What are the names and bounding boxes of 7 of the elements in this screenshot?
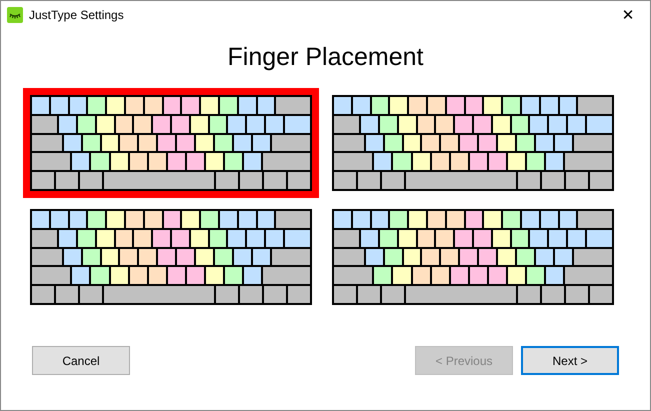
close-button[interactable]: ✕ (606, 1, 650, 29)
page-heading: Finger Placement (226, 43, 424, 72)
window-title: JustType Settings (29, 8, 124, 22)
app-icon (7, 7, 23, 23)
keyboard-layout[interactable] (23, 88, 319, 198)
dialog-button[interactable]: Next > (521, 346, 619, 375)
dialog-button[interactable]: Cancel (32, 346, 130, 375)
